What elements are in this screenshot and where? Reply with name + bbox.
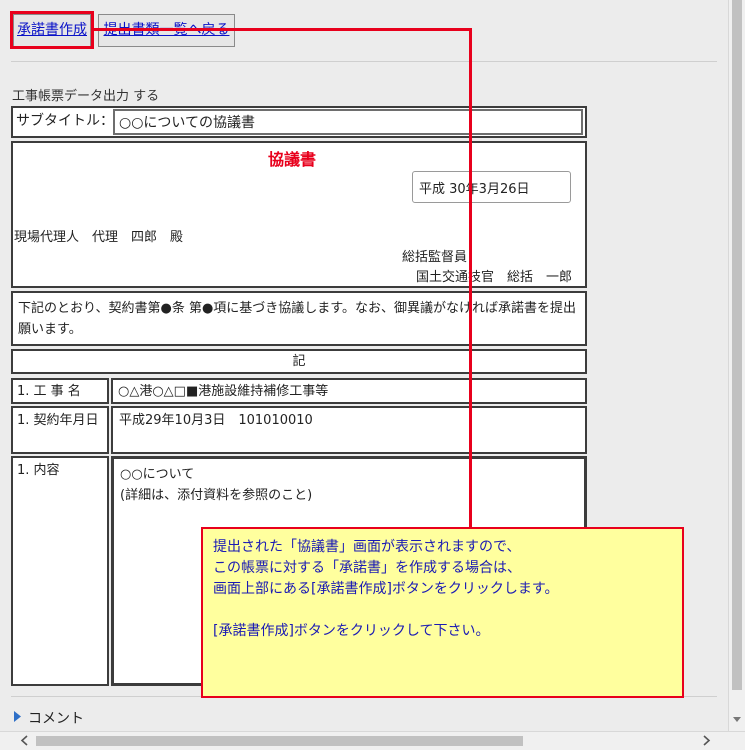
horizontal-scrollbar[interactable]	[0, 731, 745, 750]
body-text: 下記のとおり、契約書第●条 第●項に基づき協議します。なお、御異議がなければ承諾…	[18, 301, 576, 337]
date-field[interactable]: 平成 30年3月26日	[412, 171, 571, 203]
subtitle-label: サブタイトル：	[16, 113, 114, 129]
ki-label: 記	[292, 354, 306, 369]
document-title: 協議書	[268, 150, 317, 169]
field-label-text: 1. 内容	[17, 463, 60, 478]
field-value-contract-date[interactable]: 平成29年10月3日 101010010	[111, 406, 587, 454]
content-line-1: ○○について	[120, 467, 195, 482]
field-label-content: 1. 内容	[11, 456, 109, 686]
field-value-project-name[interactable]: ○△港○△□■港施設維持補修工事等	[111, 378, 587, 404]
callout-line-2: この帳票に対する「承諾書」を作成する場合は、	[213, 560, 521, 576]
field-label-project-name: 1. 工 事 名	[11, 378, 109, 404]
callout-line-1: 提出された「協議書」画面が表示されますので、	[213, 539, 521, 555]
sender-title-text: 総括監督員	[402, 250, 468, 265]
field-label-contract-date: 1. 契約年月日	[11, 406, 109, 454]
addressee-text: 現場代理人 代理 四郎 殿	[14, 230, 184, 245]
content-line-2: (詳細は、添付資料を参照のこと)	[120, 488, 313, 503]
body-text-box[interactable]: 下記のとおり、契約書第●条 第●項に基づき協議します。なお、御異議がなければ承諾…	[11, 291, 587, 346]
callout-line-3: 画面上部にある[承諾書作成]ボタンをクリックします。	[213, 581, 559, 597]
instruction-callout: 提出された「協議書」画面が表示されますので、 この帳票に対する「承諾書」を作成す…	[201, 527, 684, 698]
scroll-left-arrow-icon[interactable]	[18, 732, 32, 749]
sender-name-text: 国土交通技官 総括 一郎	[416, 270, 573, 285]
callout-line-4: [承諾書作成]ボタンをクリックして下さい。	[213, 623, 490, 639]
vertical-scrollbar[interactable]	[728, 0, 745, 731]
annotation-line-h	[94, 28, 472, 31]
triangle-right-icon	[14, 711, 21, 722]
create-consent-highlight	[10, 11, 94, 49]
vertical-scroll-thumb[interactable]	[732, 0, 742, 690]
subtitle-input[interactable]: ○○についての協議書	[113, 109, 583, 135]
divider	[11, 61, 717, 62]
annotation-line-v	[469, 28, 472, 529]
ki-row: 記	[11, 349, 587, 374]
report-output-label: 工事帳票データ出力 する	[12, 89, 160, 104]
field-value-text: 平成29年10月3日 101010010	[119, 413, 313, 428]
horizontal-scroll-thumb[interactable]	[36, 736, 523, 746]
scroll-down-arrow-icon[interactable]	[729, 713, 745, 727]
field-label-text: 1. 契約年月日	[17, 413, 99, 428]
scroll-right-arrow-icon[interactable]	[699, 732, 713, 749]
field-label-text: 1. 工 事 名	[17, 384, 81, 399]
comment-label: コメント	[28, 711, 84, 727]
field-value-text: ○△港○△□■港施設維持補修工事等	[118, 384, 329, 399]
